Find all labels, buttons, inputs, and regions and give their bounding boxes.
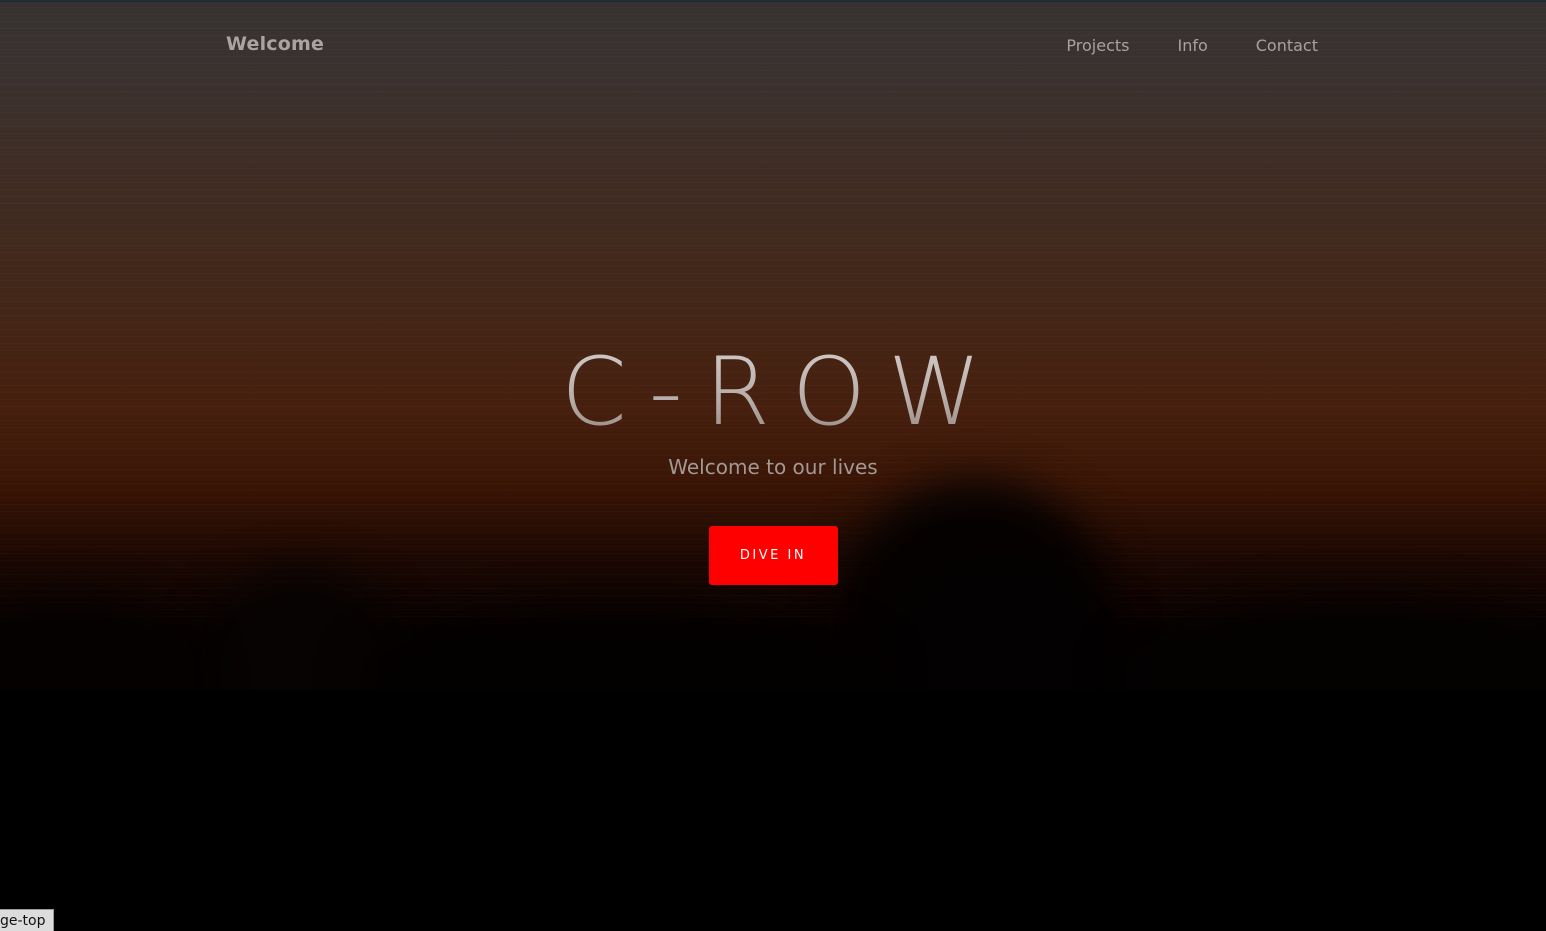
hero-content: C-ROW Welcome to our lives DIVE IN [0, 335, 1546, 585]
nav-link-projects[interactable]: Projects [1066, 36, 1129, 55]
nav-link-info[interactable]: Info [1177, 36, 1207, 55]
hero-section: Welcome Projects Info Contact C-ROW Welc… [0, 0, 1546, 931]
status-tooltip: ge-top [0, 909, 54, 931]
hero-title: C-ROW [0, 335, 1546, 451]
dive-in-button[interactable]: DIVE IN [708, 526, 838, 585]
navbar: Welcome Projects Info Contact [0, 0, 1546, 92]
hero-subtitle: Welcome to our lives [668, 455, 878, 479]
ground-silhouette [0, 690, 1546, 931]
status-tooltip-text: ge-top [0, 913, 46, 929]
nav-link-contact[interactable]: Contact [1256, 36, 1318, 55]
nav-links: Projects Info Contact [1066, 36, 1318, 55]
brand-link[interactable]: Welcome [226, 33, 324, 55]
